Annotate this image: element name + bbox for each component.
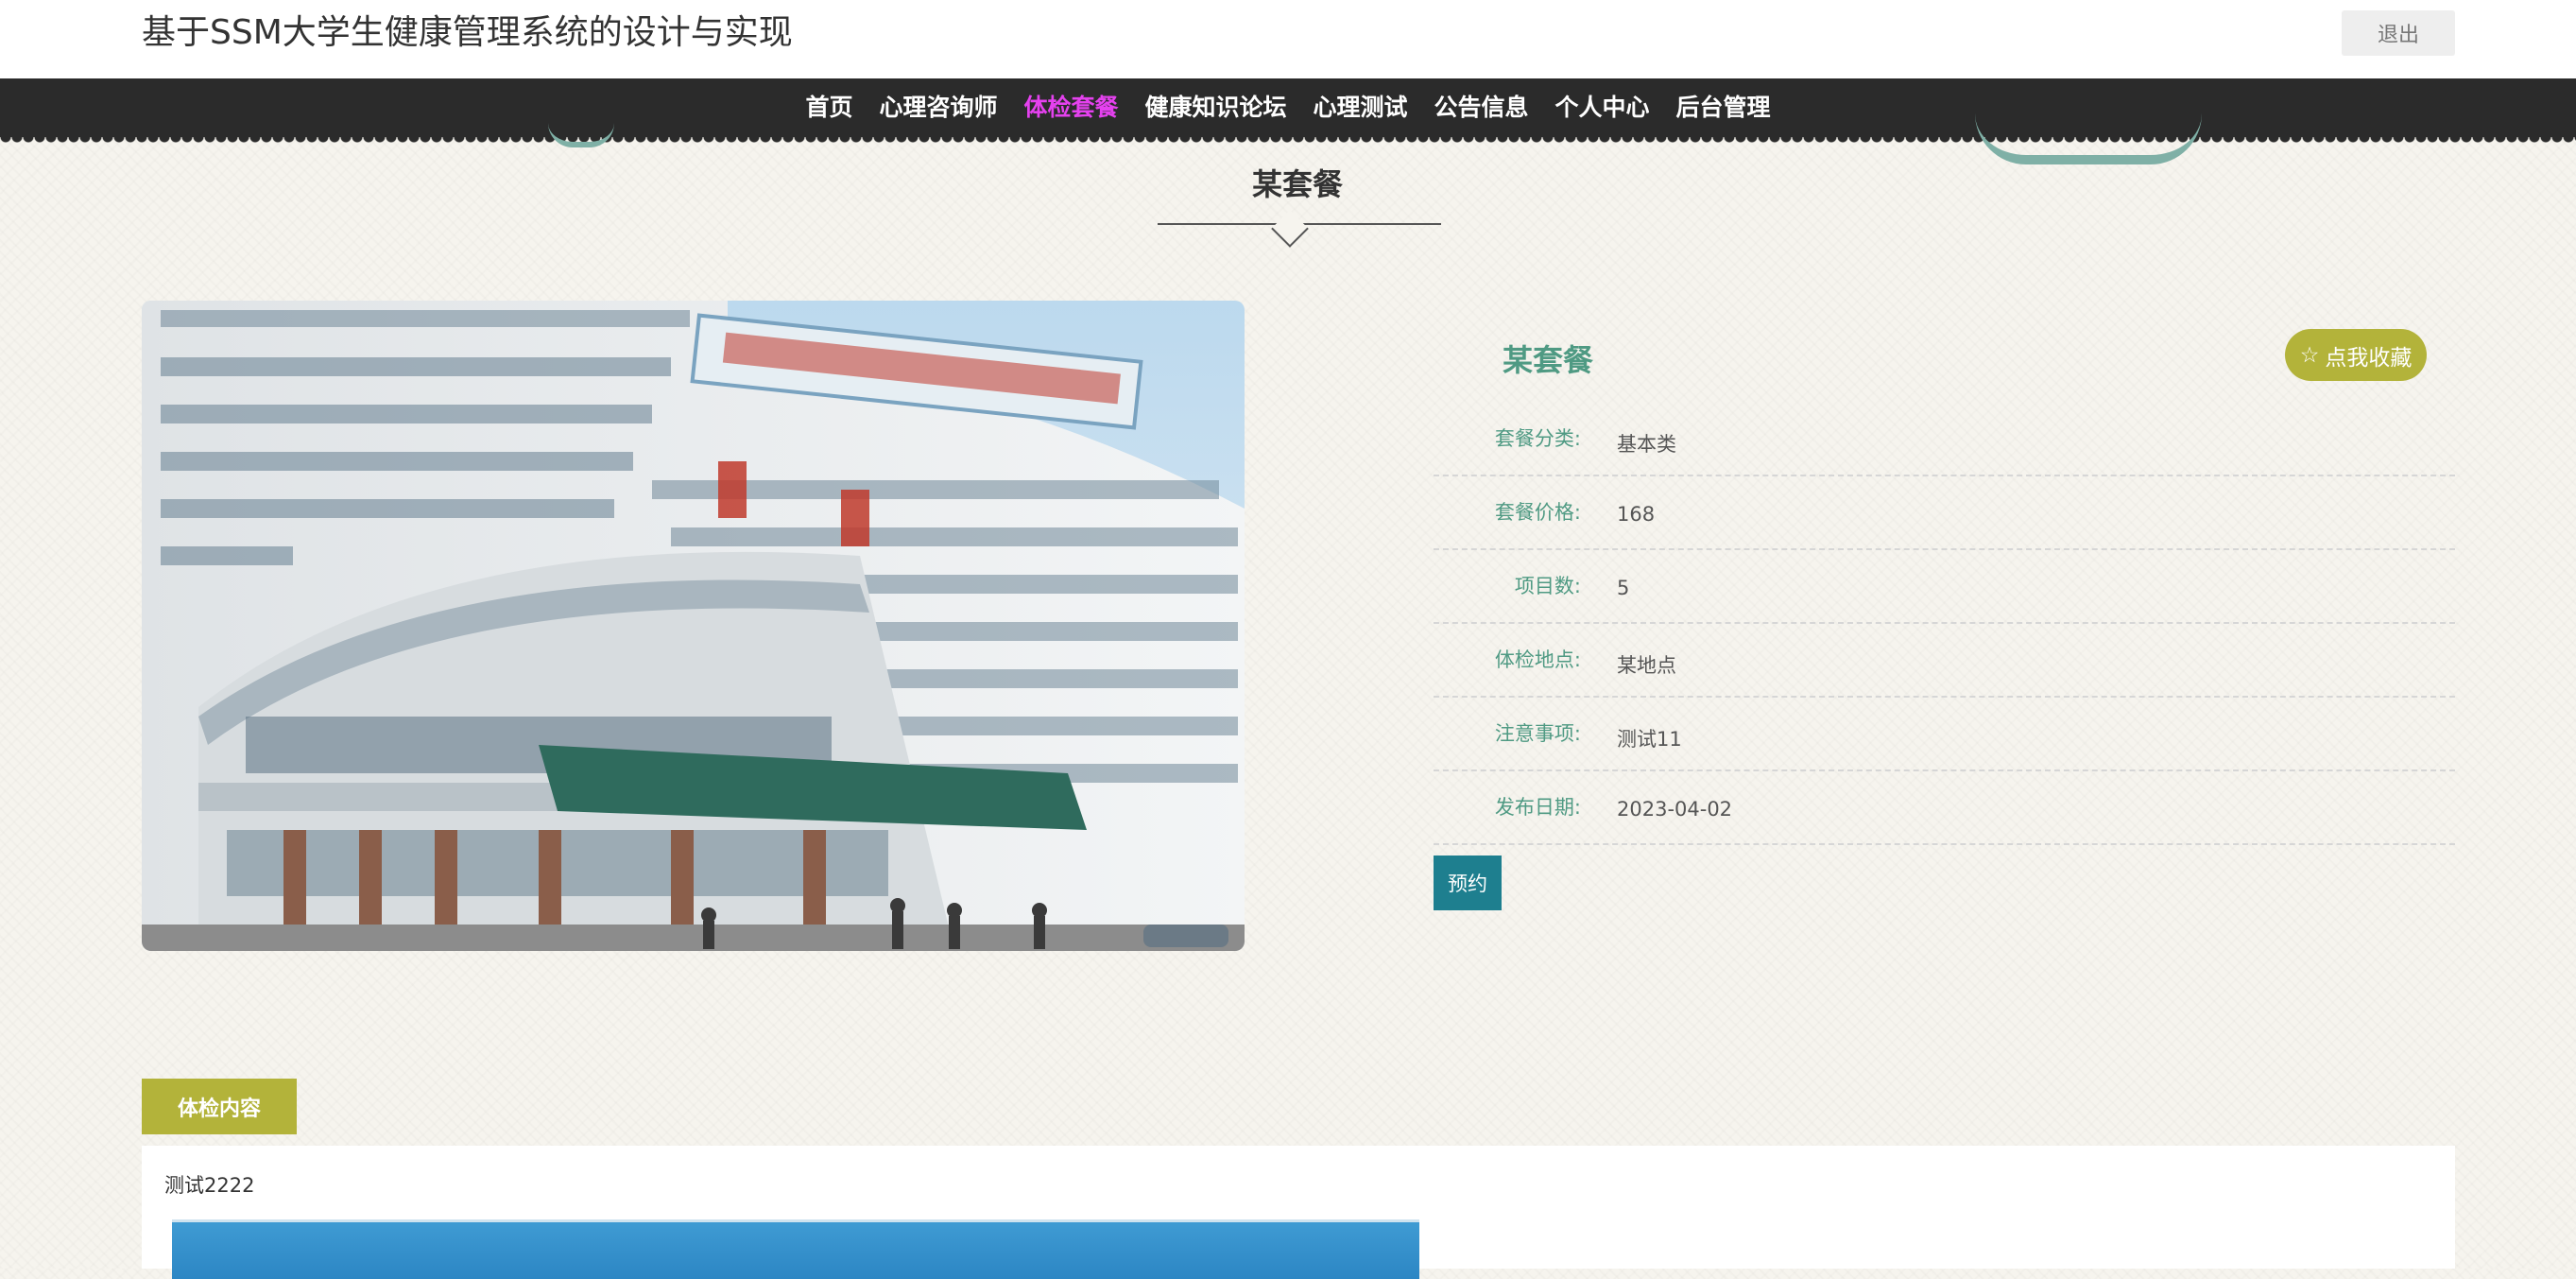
content-image bbox=[172, 1219, 1419, 1279]
nav-item-health-forum[interactable]: 健康知识论坛 bbox=[1131, 78, 1299, 137]
favorite-label: 点我收藏 bbox=[2325, 345, 2413, 371]
detail-row-category: 套餐分类: 基本类 bbox=[1434, 403, 2455, 476]
field-label: 体检地点: bbox=[1494, 648, 1581, 671]
detail-row-item-count: 项目数: 5 bbox=[1434, 550, 2455, 624]
nav-item-admin[interactable]: 后台管理 bbox=[1663, 78, 1784, 137]
field-value: 某地点 bbox=[1617, 654, 1676, 677]
package-name: 某套餐 bbox=[1503, 342, 1594, 378]
star-outline-icon: ☆ bbox=[2299, 342, 2320, 368]
title-caret-icon bbox=[1271, 210, 1309, 248]
book-button[interactable]: 预约 bbox=[1434, 856, 1502, 910]
field-value: 168 bbox=[1617, 503, 1656, 526]
tab-checkup-content[interactable]: 体检内容 bbox=[142, 1079, 297, 1134]
nav-item-checkup-package[interactable]: 体检套餐 bbox=[1010, 78, 1131, 137]
field-label: 套餐分类: bbox=[1494, 427, 1581, 450]
page-title: 某套餐 bbox=[1251, 166, 1343, 202]
package-image bbox=[142, 301, 1245, 951]
detail-fields: 套餐分类: 基本类 套餐价格: 168 项目数: 5 体检地点: 某地点 注意事… bbox=[1434, 403, 2455, 845]
logout-button[interactable]: 退出 bbox=[2342, 10, 2455, 56]
nav-item-counselor[interactable]: 心理咨询师 bbox=[866, 78, 1010, 137]
field-label: 套餐价格: bbox=[1494, 501, 1581, 524]
site-title: 基于SSM大学生健康管理系统的设计与实现 bbox=[142, 13, 793, 52]
detail-row-publish-date: 发布日期: 2023-04-02 bbox=[1434, 771, 2455, 845]
content-text: 测试2222 bbox=[164, 1174, 255, 1197]
field-value: 2023-04-02 bbox=[1617, 798, 1733, 821]
field-label: 项目数: bbox=[1514, 575, 1581, 597]
field-value: 5 bbox=[1617, 577, 1630, 599]
field-label: 发布日期: bbox=[1494, 796, 1581, 819]
favorite-button[interactable]: ☆ 点我收藏 bbox=[2285, 329, 2427, 381]
field-value: 基本类 bbox=[1617, 433, 1676, 456]
detail-row-price: 套餐价格: 168 bbox=[1434, 476, 2455, 550]
nav-item-announcements[interactable]: 公告信息 bbox=[1421, 78, 1542, 137]
field-value: 测试11 bbox=[1617, 728, 1682, 751]
nav-item-home[interactable]: 首页 bbox=[792, 78, 866, 137]
hospital-building-image bbox=[142, 301, 1245, 951]
nav-item-psych-test[interactable]: 心理测试 bbox=[1300, 78, 1421, 137]
decorative-arc bbox=[1975, 113, 2202, 164]
nav-item-personal-center[interactable]: 个人中心 bbox=[1542, 78, 1663, 137]
field-label: 注意事项: bbox=[1494, 722, 1581, 745]
content-panel: 测试2222 bbox=[142, 1146, 2455, 1279]
detail-row-location: 体检地点: 某地点 bbox=[1434, 624, 2455, 698]
top-header: 基于SSM大学生健康管理系统的设计与实现 退出 bbox=[0, 0, 2576, 78]
detail-row-notes: 注意事项: 测试11 bbox=[1434, 698, 2455, 771]
